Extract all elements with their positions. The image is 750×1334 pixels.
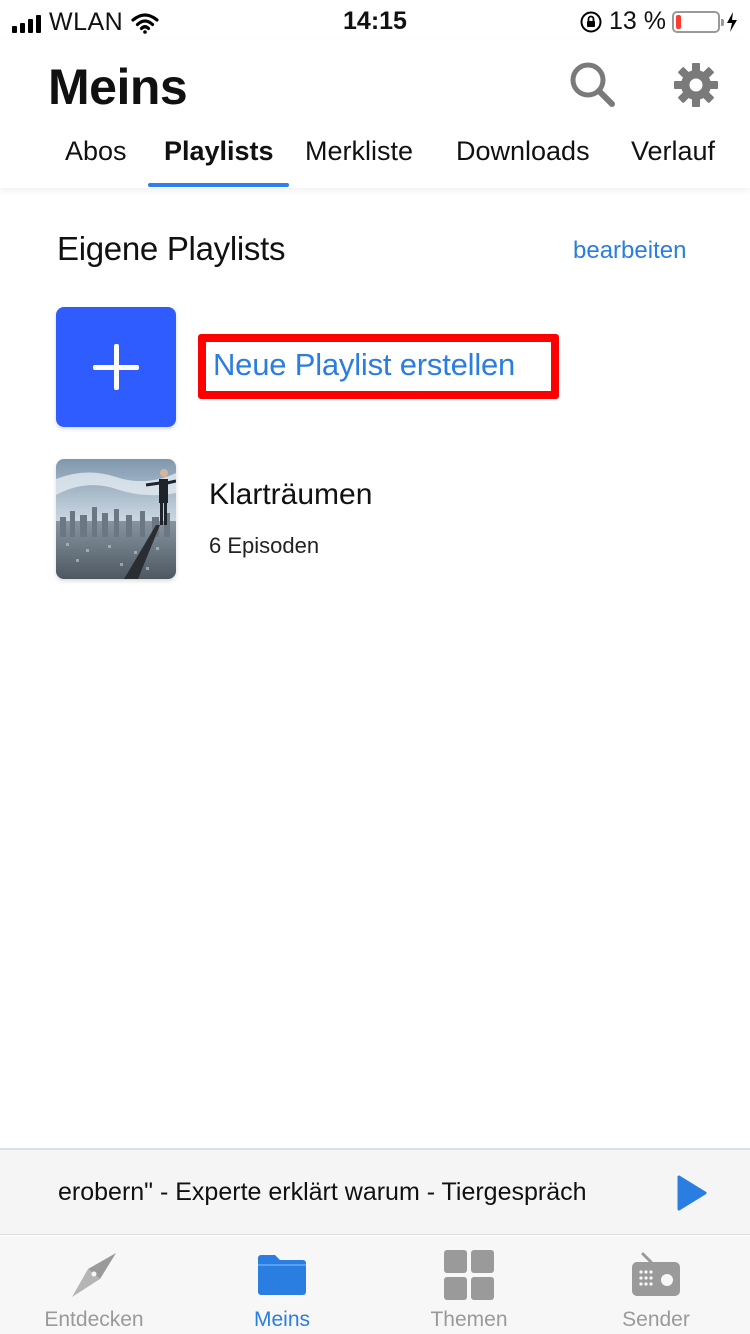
search-button[interactable]: [568, 60, 618, 110]
battery-level: [676, 14, 681, 29]
tabbar-label: Sender: [622, 1308, 690, 1331]
header: Meins Abos Playlists Merkliste Downloads…: [0, 40, 750, 188]
status-bar: WLAN 14:15 13 %: [0, 0, 750, 40]
tabbar-label: Entdecken: [44, 1308, 144, 1331]
battery-icon: [672, 10, 724, 33]
active-tab-indicator: [148, 183, 289, 187]
compass-icon: [72, 1253, 116, 1297]
tab-bar-top: Abos Playlists Merkliste Downloads Verla…: [0, 136, 750, 188]
tab-abos[interactable]: Abos: [65, 136, 127, 167]
playlist-cover-image: [56, 459, 176, 579]
playlist-title[interactable]: Klarträumen: [209, 478, 372, 512]
tab-merkliste[interactable]: Merkliste: [305, 136, 413, 167]
bottom-tab-bar: Entdecken Meins Themen Sender: [0, 1236, 750, 1334]
tab-playlists[interactable]: Playlists: [164, 136, 274, 167]
playlist-thumbnail[interactable]: [56, 459, 176, 579]
battery-percent: 13 %: [609, 7, 666, 35]
tabbar-item-sender[interactable]: Sender: [562, 1236, 750, 1334]
section-title: Eigene Playlists: [57, 230, 286, 267]
playlist-episode-count: 6 Episoden: [209, 533, 320, 558]
play-button[interactable]: [676, 1174, 708, 1212]
settings-button[interactable]: [671, 60, 721, 110]
tabbar-item-meins[interactable]: Meins: [188, 1236, 376, 1334]
orientation-lock-icon: [580, 11, 602, 32]
tabbar-label: Meins: [253, 1308, 311, 1331]
tab-downloads[interactable]: Downloads: [456, 136, 590, 167]
new-playlist-label[interactable]: Neue Playlist erstellen: [213, 347, 515, 383]
page-title: Meins: [48, 59, 188, 115]
radio-icon: [632, 1252, 680, 1296]
gear-icon: [674, 63, 718, 107]
tabbar-item-entdecken[interactable]: Entdecken: [0, 1236, 188, 1334]
play-icon: [677, 1175, 707, 1211]
new-playlist-button[interactable]: [56, 307, 176, 427]
tab-verlauf[interactable]: Verlauf: [631, 136, 715, 167]
folder-icon: [258, 1255, 306, 1295]
now-playing-title[interactable]: erobern" - Experte erklärt warum - Tierg…: [58, 1178, 630, 1207]
edit-button[interactable]: bearbeiten: [573, 237, 686, 265]
charging-icon: [727, 11, 737, 32]
mini-player[interactable]: erobern" - Experte erklärt warum - Tierg…: [0, 1148, 750, 1235]
grid-icon: [444, 1250, 494, 1300]
search-icon: [570, 62, 615, 107]
status-right: 13 %: [579, 7, 738, 36]
tabbar-label: Themen: [430, 1308, 508, 1331]
tabbar-item-themen[interactable]: Themen: [375, 1236, 563, 1334]
